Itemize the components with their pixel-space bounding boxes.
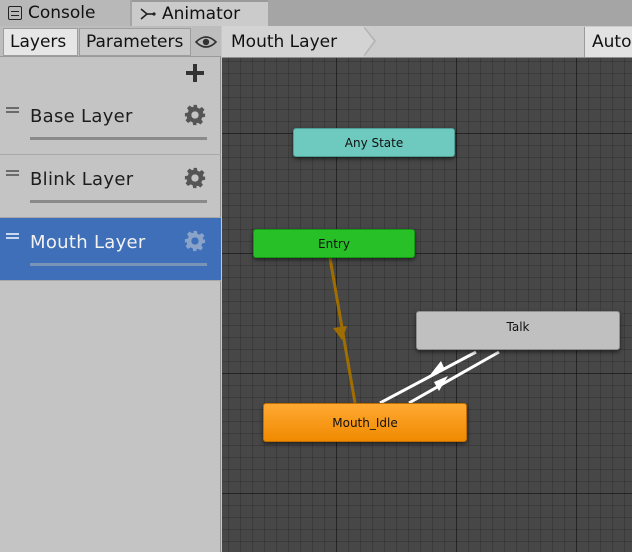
layer-name: Base Layer <box>30 106 133 127</box>
gear-icon[interactable] <box>184 104 206 126</box>
visibility-toggle[interactable] <box>193 28 219 56</box>
layer-base[interactable]: Base Layer <box>0 92 221 155</box>
animator-icon <box>140 8 156 20</box>
layer-weight-bar <box>30 137 207 140</box>
layer-name: Mouth Layer <box>30 232 146 253</box>
layer-name: Blink Layer <box>30 169 134 190</box>
breadcrumb-bar: Mouth Layer <box>222 26 632 58</box>
drag-handle-icon[interactable] <box>6 107 19 113</box>
state-label: Mouth_Idle <box>332 415 398 430</box>
gear-icon[interactable] <box>184 167 206 189</box>
layer-blink[interactable]: Blink Layer <box>0 155 221 218</box>
tab-animator[interactable]: Animator <box>132 0 268 26</box>
tab-layers[interactable]: Layers <box>3 28 78 56</box>
auto-live-link-button[interactable]: Auto <box>584 27 632 57</box>
eye-icon <box>195 36 217 48</box>
tab-animator-label: Animator <box>162 4 241 24</box>
layer-weight-bar <box>30 263 207 266</box>
window-tab-bar: Console Animator <box>0 0 632 26</box>
breadcrumb-label: Mouth Layer <box>231 31 338 52</box>
state-any-state[interactable]: Any State <box>293 128 455 157</box>
tab-layers-label: Layers <box>10 32 67 52</box>
state-label: Any State <box>344 135 404 150</box>
breadcrumb[interactable]: Mouth Layer <box>222 26 366 57</box>
state-mouth-idle[interactable]: Mouth_Idle <box>263 403 467 442</box>
panel-tabs: Layers Parameters <box>0 26 221 57</box>
plus-icon <box>186 64 204 82</box>
drag-handle-icon[interactable] <box>6 170 19 176</box>
tab-console-label: Console <box>28 3 96 23</box>
breadcrumb-chevron-fill <box>363 27 374 56</box>
layer-mouth[interactable]: Mouth Layer <box>0 218 221 281</box>
state-entry[interactable]: Entry <box>253 229 415 258</box>
idle-talk-transition[interactable] <box>379 350 500 405</box>
console-icon <box>8 6 22 20</box>
drag-handle-icon[interactable] <box>6 233 19 239</box>
state-talk[interactable]: Talk <box>416 311 620 350</box>
add-layer-button[interactable] <box>181 59 209 87</box>
tab-parameters[interactable]: Parameters <box>79 28 191 56</box>
transition-layer <box>328 257 500 405</box>
layer-weight-bar <box>30 200 207 203</box>
auto-label: Auto <box>592 32 632 52</box>
tab-parameters-label: Parameters <box>86 32 184 52</box>
state-label: Entry <box>318 236 350 251</box>
tab-console[interactable]: Console <box>0 0 130 26</box>
state-label: Talk <box>506 320 530 334</box>
entry-to-idle-transition[interactable] <box>328 257 357 404</box>
layers-panel: Layers Parameters Base Layer Blink Layer <box>0 26 221 552</box>
gear-icon[interactable] <box>184 230 206 252</box>
